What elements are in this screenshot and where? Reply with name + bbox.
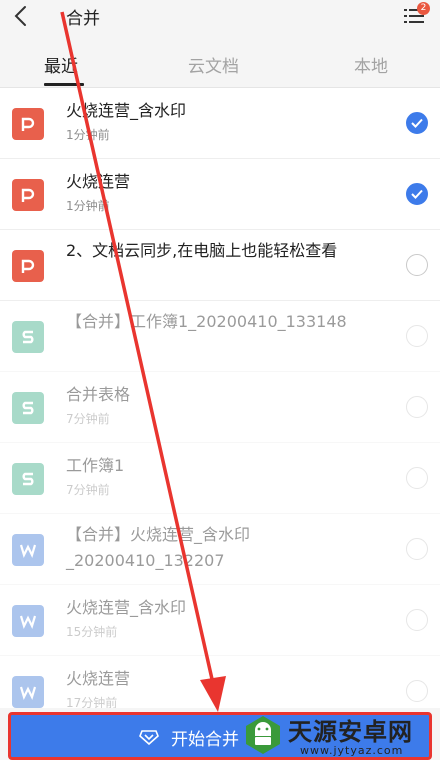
file-checkbox[interactable]	[406, 325, 428, 347]
file-row[interactable]: 【合并】工作簿1_20200410_133148	[0, 301, 440, 372]
file-row[interactable]: 合并表格 7分钟前	[0, 372, 440, 443]
file-time: 15分钟前	[66, 625, 118, 639]
file-checkbox[interactable]	[406, 183, 428, 205]
file-time: 7分钟前	[66, 483, 110, 497]
word-file-icon	[12, 676, 44, 708]
watermark-logo-icon	[242, 714, 284, 756]
file-name: 火烧连营_含水印	[66, 598, 187, 617]
file-row[interactable]: 工作簿1 7分钟前	[0, 443, 440, 514]
file-name: 火烧连营	[66, 669, 131, 688]
start-merge-label: 开始合并	[171, 730, 239, 750]
word-file-icon	[12, 605, 44, 637]
tab-active-indicator	[44, 83, 84, 86]
sheet-file-icon	[12, 392, 44, 424]
file-name: 火烧连营_含水印	[66, 101, 187, 120]
file-time: 1分钟前	[66, 128, 110, 142]
file-name: 合并表格	[66, 385, 131, 404]
file-time: 1分钟前	[66, 199, 110, 213]
file-name: 【合并】火烧连营_含水印_20200410_132207	[66, 525, 251, 570]
tab-bar: 最近 云文档 本地	[0, 38, 440, 88]
word-file-icon	[12, 534, 44, 566]
watermark-title: 天源安卓网	[288, 718, 413, 746]
tab-recent[interactable]: 最近	[44, 52, 78, 77]
file-row[interactable]: 火烧连营_含水印 15分钟前	[0, 585, 440, 656]
back-icon[interactable]	[10, 4, 34, 28]
notification-badge: 2	[417, 2, 430, 15]
sheet-file-icon	[12, 463, 44, 495]
file-time: 7分钟前	[66, 412, 110, 426]
file-name: 【合并】工作簿1_20200410_133148	[66, 312, 347, 331]
tab-cloud-docs[interactable]: 云文档	[188, 52, 239, 77]
file-list: 火烧连营_含水印 1分钟前 火烧连营 1分钟前 2、文档云同步,在电脑上也能轻松…	[0, 88, 440, 727]
top-bar: 合并 2	[0, 0, 440, 32]
file-checkbox[interactable]	[406, 112, 428, 134]
file-checkbox[interactable]	[406, 396, 428, 418]
file-name: 工作簿1	[66, 456, 125, 475]
sheet-file-icon	[12, 321, 44, 353]
file-row[interactable]: 火烧连营_含水印 1分钟前	[0, 88, 440, 159]
merge-screen: 合并 2 最近 云文档 本地 火烧连营_含水印 1分钟前 火烧连营 1分钟前 2…	[0, 0, 440, 760]
file-name: 2、文档云同步,在电脑上也能轻松查看	[66, 241, 338, 260]
file-row[interactable]: 【合并】火烧连营_含水印_20200410_132207	[0, 514, 440, 585]
file-row[interactable]: 火烧连营 1分钟前	[0, 159, 440, 230]
ppt-file-icon	[12, 250, 44, 282]
file-row[interactable]: 2、文档云同步,在电脑上也能轻松查看	[0, 230, 440, 301]
merge-crown-icon	[139, 727, 159, 746]
ppt-file-icon	[12, 179, 44, 211]
file-name: 火烧连营	[66, 172, 131, 191]
ppt-file-icon	[12, 108, 44, 140]
page-title: 合并	[66, 9, 100, 29]
file-checkbox[interactable]	[406, 254, 428, 276]
site-watermark: 天源安卓网 www.jytyaz.com	[242, 710, 440, 760]
tab-local[interactable]: 本地	[354, 52, 388, 77]
file-checkbox[interactable]	[406, 467, 428, 489]
file-checkbox[interactable]	[406, 680, 428, 702]
file-checkbox[interactable]	[406, 609, 428, 631]
file-checkbox[interactable]	[406, 538, 428, 560]
watermark-url: www.jytyaz.com	[300, 744, 404, 757]
